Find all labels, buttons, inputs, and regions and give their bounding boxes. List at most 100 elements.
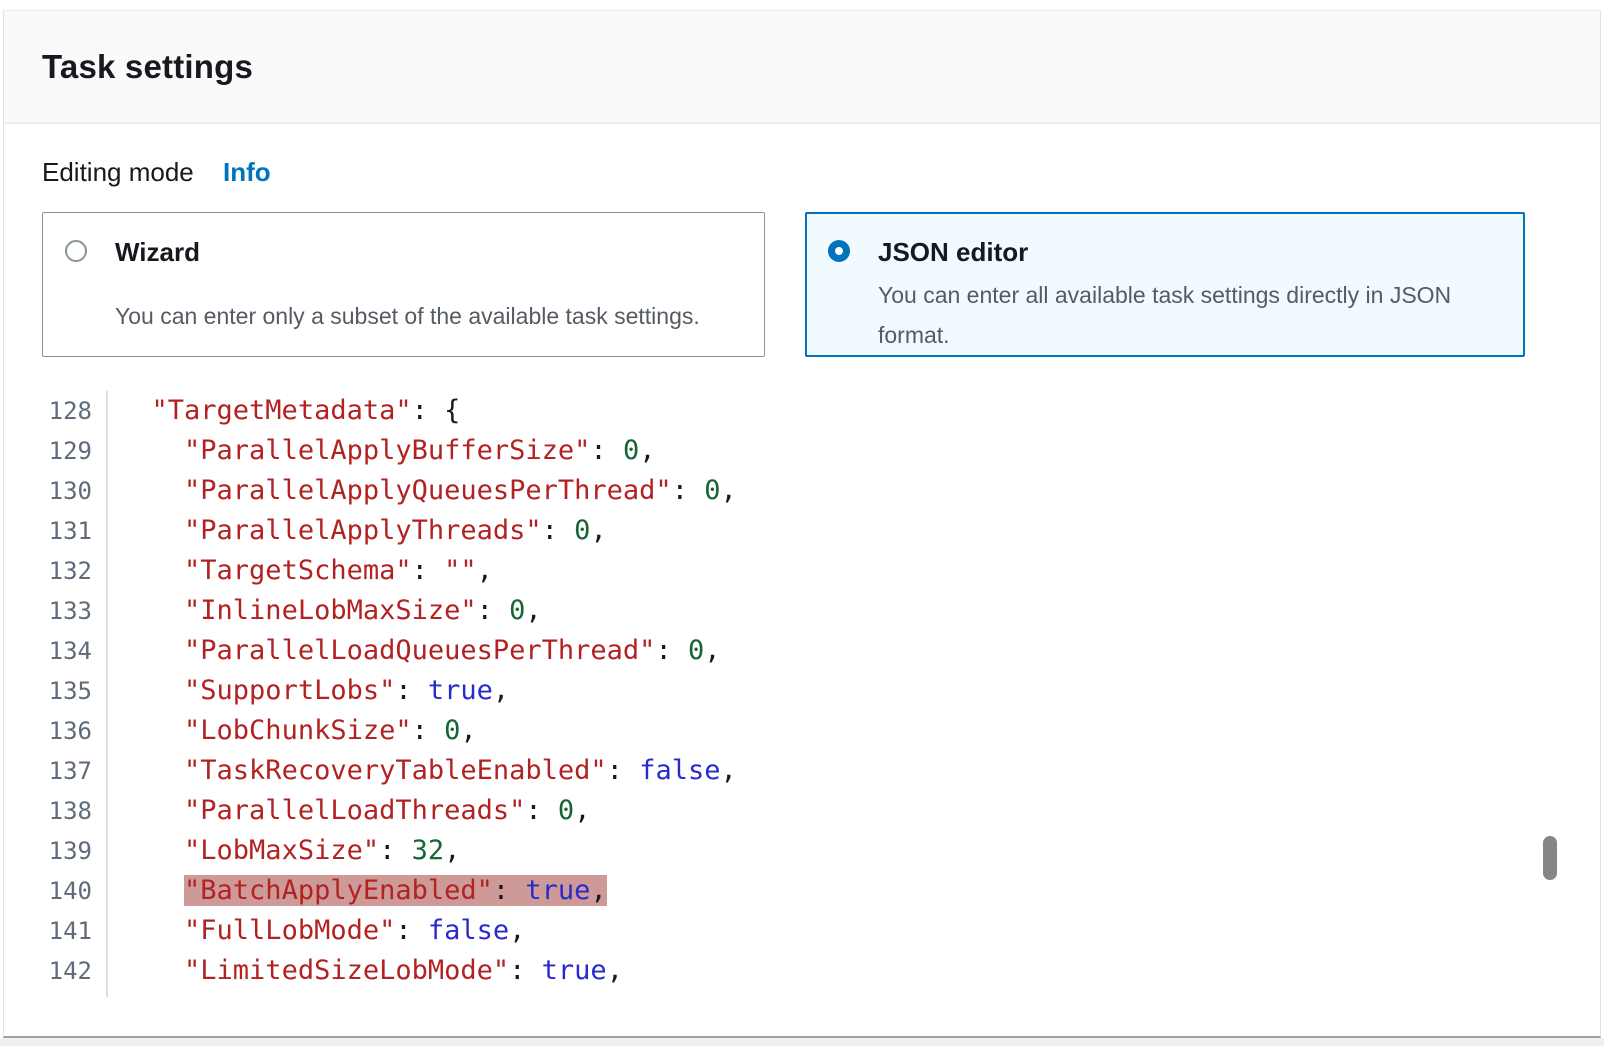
line-content: "BatchApplyEnabled": true, [100,875,607,906]
json-colon: : [412,715,445,746]
json-key: "LimitedSizeLobMode" [184,955,509,986]
option-card-wizard[interactable]: Wizard You can enter only a subset of th… [42,212,765,357]
editing-mode-label: Editing mode [42,157,194,187]
json-key: "TargetMetadata" [152,395,412,426]
json-value: 0 [623,435,639,466]
radio-wizard[interactable] [65,240,87,262]
json-comma: , [720,475,736,506]
json-colon: : [412,395,445,426]
gutter-divider [106,391,108,997]
json-code-editor[interactable]: 128 "TargetMetadata": {129 "ParallelAppl… [4,391,1600,997]
line-content: "ParallelApplyThreads": 0, [100,515,607,546]
code-line[interactable]: 134 "ParallelLoadQueuesPerThread": 0, [4,631,1600,671]
line-number: 128 [4,392,100,431]
highlighted-token: "BatchApplyEnabled": true, [184,875,607,906]
line-number: 129 [4,432,100,471]
token-group: "LobChunkSize": 0, [184,715,477,746]
code-line[interactable]: 128 "TargetMetadata": { [4,391,1600,431]
code-line[interactable]: 132 "TargetSchema": "", [4,551,1600,591]
code-line[interactable]: 131 "ParallelApplyThreads": 0, [4,511,1600,551]
json-colon: : [607,755,640,786]
json-key: "SupportLobs" [184,675,395,706]
json-key: "ParallelLoadQueuesPerThread" [184,635,655,666]
line-content: "SupportLobs": true, [100,675,509,706]
json-key: "LobMaxSize" [184,835,379,866]
json-colon: : [395,915,428,946]
json-colon: : [493,875,526,906]
json-colon: : [525,795,558,826]
json-comma: , [493,675,509,706]
json-value: 0 [688,635,704,666]
json-value: true [525,875,590,906]
json-key: "TaskRecoveryTableEnabled" [184,755,607,786]
json-comma: , [477,555,493,586]
line-content: "LobChunkSize": 0, [100,715,477,746]
panel-header: Task settings [4,11,1600,124]
code-line[interactable]: 130 "ParallelApplyQueuesPerThread": 0, [4,471,1600,511]
line-number: 134 [4,632,100,671]
json-colon: : [395,675,428,706]
json-comma: , [590,875,606,906]
json-colon: : [477,595,510,626]
line-content: "TargetSchema": "", [100,555,493,586]
info-link[interactable]: Info [223,157,271,187]
line-content: "ParallelLoadQueuesPerThread": 0, [100,635,720,666]
line-number: 137 [4,752,100,791]
token-group: "FullLobMode": false, [184,915,525,946]
json-key: "ParallelLoadThreads" [184,795,525,826]
code-lines: 128 "TargetMetadata": {129 "ParallelAppl… [4,391,1600,991]
line-content: "ParallelApplyBufferSize": 0, [100,435,655,466]
json-comma: , [720,755,736,786]
radio-dot [835,247,843,255]
radio-json-editor[interactable] [828,240,850,262]
json-comma: , [574,795,590,826]
token-group: "InlineLobMaxSize": 0, [184,595,542,626]
option-card-json-editor[interactable]: JSON editor You can enter all available … [805,212,1525,357]
json-key: "FullLobMode" [184,915,395,946]
line-number: 135 [4,672,100,711]
line-content: "ParallelApplyQueuesPerThread": 0, [100,475,737,506]
code-line[interactable]: 142 "LimitedSizeLobMode": true, [4,951,1600,991]
option-desc-wizard: You can enter only a subset of the avail… [115,296,744,336]
code-line[interactable]: 139 "LobMaxSize": 32, [4,831,1600,871]
json-value: false [428,915,509,946]
code-line[interactable]: 140 "BatchApplyEnabled": true, [4,871,1600,911]
token-group: "LobMaxSize": 32, [184,835,460,866]
line-number: 139 [4,832,100,871]
code-line[interactable]: 136 "LobChunkSize": 0, [4,711,1600,751]
code-line[interactable]: 135 "SupportLobs": true, [4,671,1600,711]
json-comma: , [444,835,460,866]
json-colon: : [655,635,688,666]
scrollbar-thumb[interactable] [1543,836,1557,880]
task-settings-panel: Task settings Editing mode Info Wizard Y… [3,10,1601,1038]
code-line[interactable]: 141 "FullLobMode": false, [4,911,1600,951]
line-content: "LobMaxSize": 32, [100,835,460,866]
code-line[interactable]: 129 "ParallelApplyBufferSize": 0, [4,431,1600,471]
bottom-strip [0,1038,1604,1046]
json-colon: : [509,955,542,986]
line-number: 133 [4,592,100,631]
json-comma: , [704,635,720,666]
token-group: "TargetSchema": "", [184,555,493,586]
json-value: 32 [412,835,445,866]
code-line[interactable]: 137 "TaskRecoveryTableEnabled": false, [4,751,1600,791]
json-value: 0 [509,595,525,626]
json-value: true [542,955,607,986]
code-line[interactable]: 133 "InlineLobMaxSize": 0, [4,591,1600,631]
line-content: "InlineLobMaxSize": 0, [100,595,542,626]
json-value: false [639,755,720,786]
json-colon: : [672,475,705,506]
line-number: 136 [4,712,100,751]
panel-body: Editing mode Info Wizard You can enter o… [4,124,1600,997]
line-number: 141 [4,912,100,951]
option-title-json-editor: JSON editor [878,236,1504,268]
code-line[interactable]: 138 "ParallelLoadThreads": 0, [4,791,1600,831]
token-group: "ParallelApplyQueuesPerThread": 0, [184,475,737,506]
token-group: "ParallelLoadThreads": 0, [184,795,590,826]
json-key: "BatchApplyEnabled" [184,875,493,906]
option-desc-json-editor: You can enter all available task setting… [878,275,1504,355]
json-value: { [444,395,460,426]
page-title: Task settings [42,48,253,86]
token-group: "TargetMetadata": { [152,395,461,426]
token-group: "LimitedSizeLobMode": true, [184,955,623,986]
